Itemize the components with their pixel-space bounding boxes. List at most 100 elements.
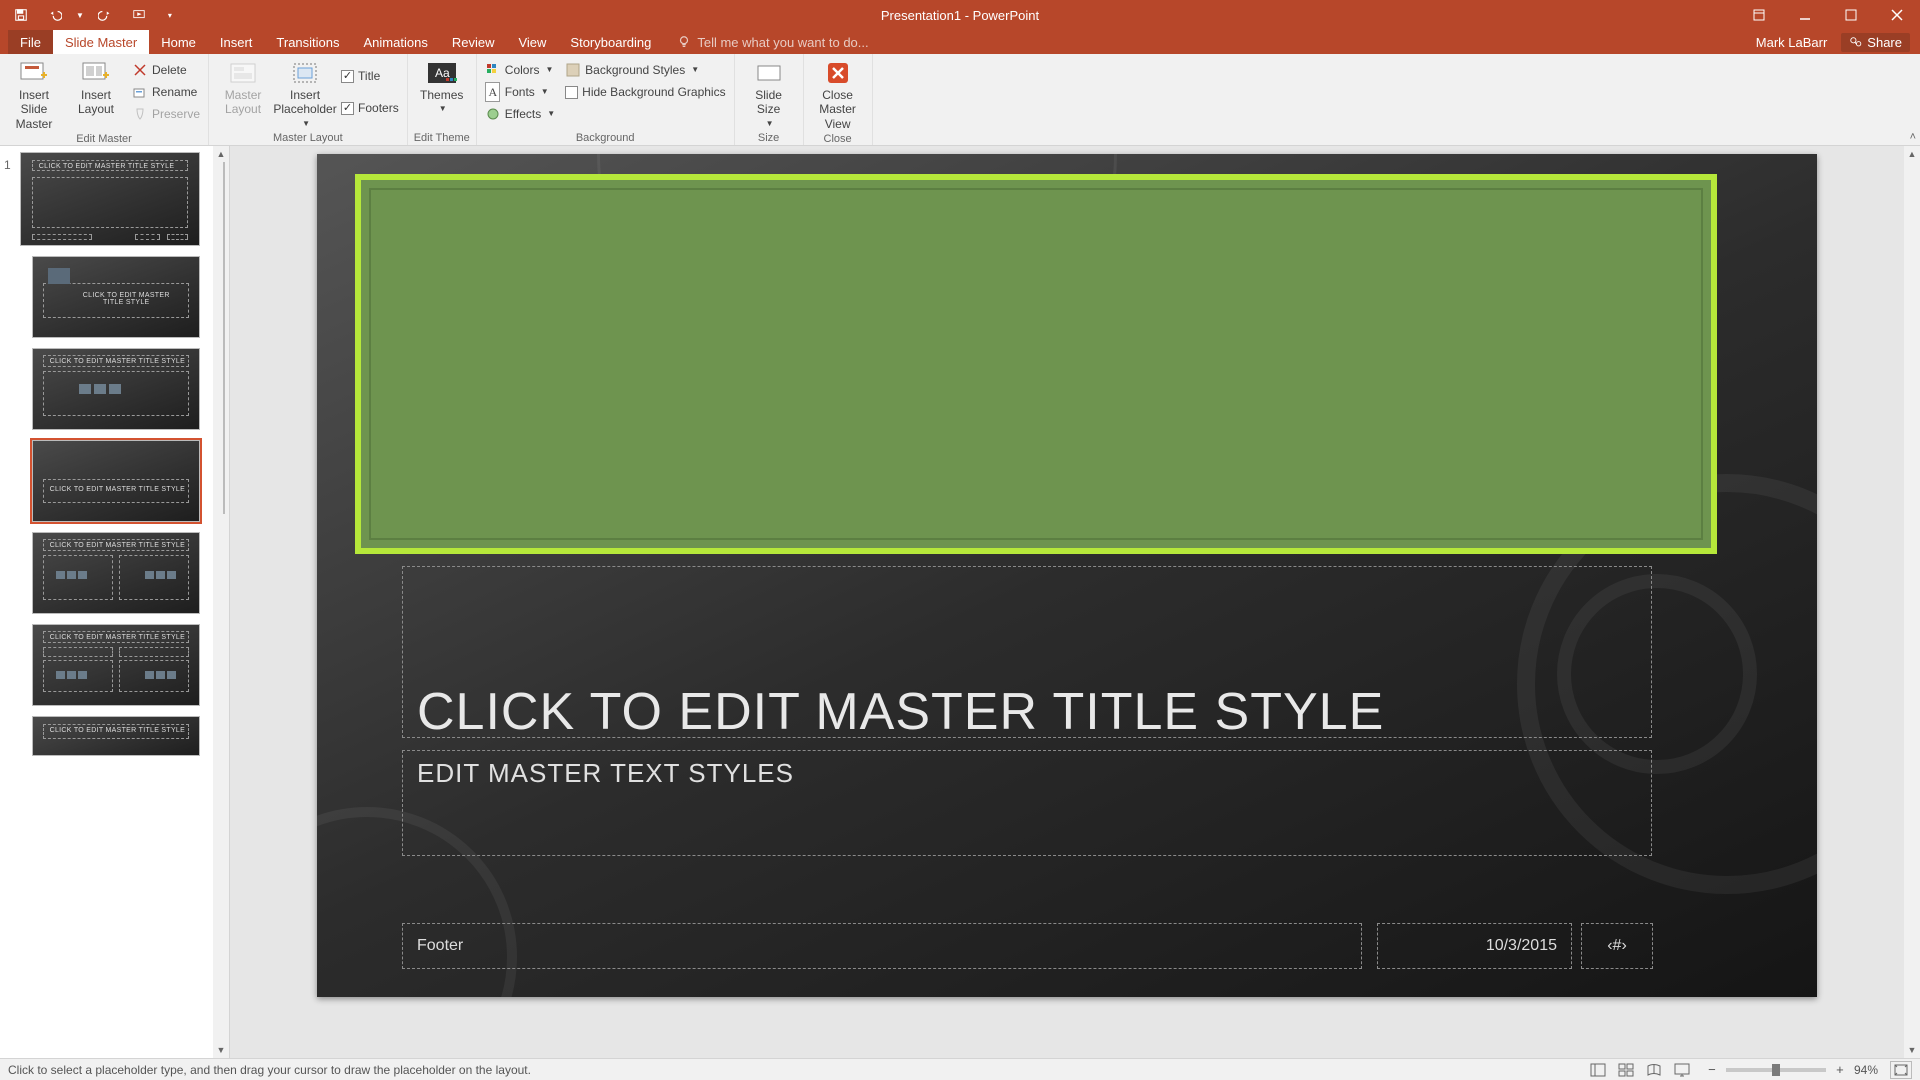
group-label-size: Size xyxy=(741,130,797,145)
rename-icon xyxy=(132,84,148,100)
master-layout-icon xyxy=(227,60,259,86)
thumbnails-list: 1 CLICK TO EDIT MASTER TITLE STYLE CLICK… xyxy=(0,146,213,1058)
scroll-up-arrow[interactable]: ▲ xyxy=(1904,146,1920,162)
slideshow-view-button[interactable] xyxy=(1670,1061,1694,1079)
insert-layout-icon xyxy=(80,60,112,86)
scroll-up-arrow[interactable]: ▲ xyxy=(213,146,229,162)
insert-placeholder-icon xyxy=(289,60,321,86)
insert-layout-button[interactable]: Insert Layout xyxy=(68,56,124,117)
zoom-out-button[interactable]: − xyxy=(1704,1062,1720,1078)
share-label: Share xyxy=(1867,35,1902,50)
background-styles-button[interactable]: Background Styles▼ xyxy=(563,60,727,80)
tab-slide-master[interactable]: Slide Master xyxy=(53,30,149,54)
footer-placeholder[interactable]: Footer xyxy=(402,923,1362,969)
title-checkbox[interactable]: ✓Title xyxy=(339,66,401,86)
tab-home[interactable]: Home xyxy=(149,30,208,54)
footers-checkbox[interactable]: ✓Footers xyxy=(339,98,401,118)
master-layout-button: Master Layout xyxy=(215,56,271,117)
group-background: Colors▼ AFonts▼ Effects▼ Background Styl… xyxy=(477,54,735,145)
undo-dropdown[interactable]: ▼ xyxy=(76,11,84,20)
slide-master-thumbnail[interactable]: CLICK TO EDIT MASTER TITLE STYLE xyxy=(20,152,200,246)
slide-editor: CLICK TO EDIT MASTER TITLE STYLE EDIT MA… xyxy=(230,146,1920,1058)
subtitle-placeholder-text: EDIT MASTER TEXT STYLES xyxy=(417,758,794,789)
insert-slide-master-button[interactable]: Insert Slide Master xyxy=(6,56,62,131)
slide-sorter-view-button[interactable] xyxy=(1614,1061,1638,1079)
colors-icon xyxy=(485,62,501,78)
redo-button[interactable] xyxy=(92,2,118,28)
effects-icon xyxy=(485,106,501,122)
tab-transitions[interactable]: Transitions xyxy=(264,30,351,54)
tell-me-search[interactable]: Tell me what you want to do... xyxy=(677,30,868,54)
work-area: 1 CLICK TO EDIT MASTER TITLE STYLE CLICK… xyxy=(0,146,1920,1058)
svg-text:Aa: Aa xyxy=(435,66,450,80)
ribbon-display-options-button[interactable] xyxy=(1736,0,1782,30)
slide-number-placeholder[interactable]: ‹#› xyxy=(1581,923,1653,969)
effects-button[interactable]: Effects▼ xyxy=(483,104,557,124)
close-window-button[interactable] xyxy=(1874,0,1920,30)
fit-to-window-button[interactable] xyxy=(1890,1061,1912,1079)
date-placeholder[interactable]: 10/3/2015 xyxy=(1377,923,1572,969)
save-button[interactable] xyxy=(8,2,34,28)
maximize-button[interactable] xyxy=(1828,0,1874,30)
ribbon-tabs: File Slide Master Home Insert Transition… xyxy=(0,30,1920,54)
tab-view[interactable]: View xyxy=(506,30,558,54)
group-close: Close Master View Close xyxy=(804,54,873,145)
fonts-button[interactable]: AFonts▼ xyxy=(483,82,557,102)
layout-thumbnail-1[interactable]: CLICK TO EDIT MASTER TITLE STYLE xyxy=(32,256,200,338)
slide-size-button[interactable]: Slide Size▼ xyxy=(741,56,797,128)
editor-vertical-scrollbar[interactable]: ▲ ▼ xyxy=(1904,146,1920,1058)
window-title: Presentation1 - PowerPoint xyxy=(881,8,1039,23)
zoom-level[interactable]: 94% xyxy=(1854,1063,1878,1077)
reading-view-button[interactable] xyxy=(1642,1061,1666,1079)
zoom-controls: − + 94% xyxy=(1704,1061,1912,1079)
group-label-background: Background xyxy=(483,130,728,145)
zoom-slider[interactable] xyxy=(1726,1068,1826,1072)
share-button[interactable]: Share xyxy=(1841,33,1910,52)
tell-me-placeholder: Tell me what you want to do... xyxy=(697,35,868,50)
status-message: Click to select a placeholder type, and … xyxy=(8,1063,1586,1077)
layout-thumbnail-2[interactable]: CLICK TO EDIT MASTER TITLE STYLE xyxy=(32,348,200,430)
thumbnails-scrollbar[interactable]: ▲ ▼ xyxy=(213,146,229,1058)
lightbulb-icon xyxy=(677,35,691,49)
checkbox-icon: ✓ xyxy=(341,70,354,83)
tab-insert[interactable]: Insert xyxy=(208,30,265,54)
layout-thumbnail-5[interactable]: CLICK TO EDIT MASTER TITLE STYLE xyxy=(32,624,200,706)
zoom-in-button[interactable]: + xyxy=(1832,1062,1848,1078)
signed-in-user[interactable]: Mark LaBarr xyxy=(1756,35,1828,50)
hide-background-graphics-checkbox[interactable]: Hide Background Graphics xyxy=(563,82,727,102)
layout-thumbnail-6[interactable]: CLICK TO EDIT MASTER TITLE STYLE xyxy=(32,716,200,756)
group-label-close: Close xyxy=(810,131,866,146)
colors-button[interactable]: Colors▼ xyxy=(483,60,557,80)
qa-customize-dropdown[interactable]: ▾ xyxy=(168,11,172,20)
rename-button[interactable]: Rename xyxy=(130,82,202,102)
ribbon: Insert Slide Master Insert Layout Delete… xyxy=(0,54,1920,146)
title-placeholder-text: CLICK TO EDIT MASTER TITLE STYLE xyxy=(417,682,1384,742)
scroll-down-arrow[interactable]: ▼ xyxy=(1904,1042,1920,1058)
insert-slide-master-icon xyxy=(18,60,50,86)
normal-view-button[interactable] xyxy=(1586,1061,1610,1079)
start-from-beginning-button[interactable] xyxy=(126,2,152,28)
collapse-ribbon-button[interactable]: ˄ xyxy=(1910,131,1916,143)
window-controls xyxy=(1736,0,1920,30)
preserve-icon xyxy=(132,106,148,122)
tab-animations[interactable]: Animations xyxy=(352,30,440,54)
inserted-shape-rectangle[interactable] xyxy=(355,174,1717,554)
scroll-down-arrow[interactable]: ▼ xyxy=(213,1042,229,1058)
insert-placeholder-button[interactable]: Insert Placeholder▼ xyxy=(277,56,333,128)
tab-review[interactable]: Review xyxy=(440,30,507,54)
slide-canvas[interactable]: CLICK TO EDIT MASTER TITLE STYLE EDIT MA… xyxy=(230,146,1904,1058)
undo-button[interactable] xyxy=(42,2,68,28)
themes-button[interactable]: Aa Themes▼ xyxy=(414,56,470,114)
group-edit-theme: Aa Themes▼ Edit Theme xyxy=(408,54,477,145)
layout-thumbnail-4[interactable]: CLICK TO EDIT MASTER TITLE STYLE xyxy=(32,532,200,614)
close-master-view-button[interactable]: Close Master View xyxy=(810,56,866,131)
minimize-button[interactable] xyxy=(1782,0,1828,30)
group-master-layout: Master Layout Insert Placeholder▼ ✓Title… xyxy=(209,54,408,145)
tab-storyboarding[interactable]: Storyboarding xyxy=(558,30,663,54)
preserve-button: Preserve xyxy=(130,104,202,124)
checkbox-icon xyxy=(565,86,578,99)
tab-file[interactable]: File xyxy=(8,30,53,54)
delete-button[interactable]: Delete xyxy=(130,60,202,80)
layout-thumbnail-3[interactable]: CLICK TO EDIT MASTER TITLE STYLE xyxy=(32,440,200,522)
slide[interactable]: CLICK TO EDIT MASTER TITLE STYLE EDIT MA… xyxy=(317,154,1817,997)
